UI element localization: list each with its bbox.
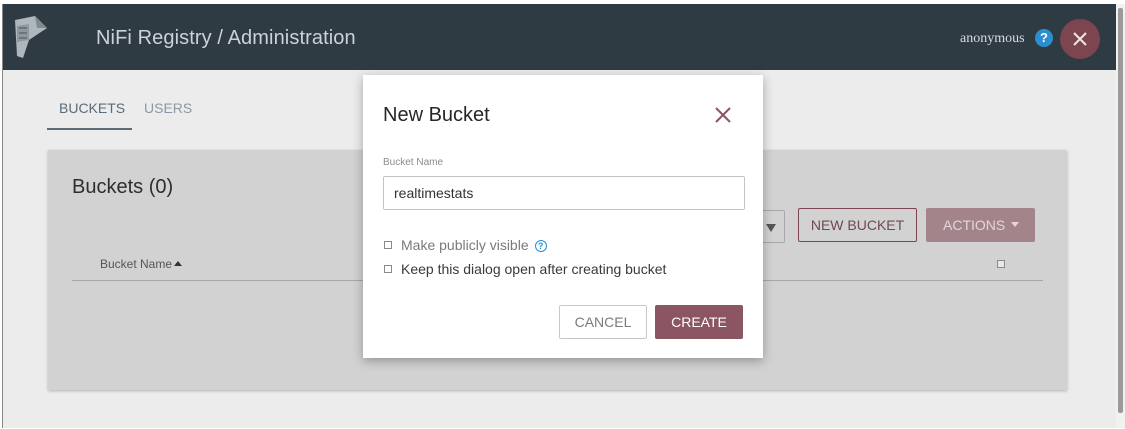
- bucket-name-input[interactable]: [383, 176, 745, 210]
- info-icon[interactable]: ?: [534, 240, 547, 252]
- public-visible-checkbox[interactable]: [384, 241, 392, 249]
- dialog-title: New Bucket: [383, 104, 490, 126]
- public-visible-option[interactable]: Make publicly visible?: [384, 237, 547, 253]
- keep-open-checkbox[interactable]: [384, 265, 392, 273]
- keep-open-option[interactable]: Keep this dialog open after creating buc…: [384, 261, 666, 277]
- public-visible-label: Make publicly visible: [401, 237, 529, 253]
- create-button[interactable]: CREATE: [655, 305, 743, 339]
- keep-open-label: Keep this dialog open after creating buc…: [401, 261, 667, 277]
- cancel-button[interactable]: CANCEL: [559, 305, 647, 339]
- close-icon[interactable]: [713, 105, 733, 125]
- bucket-name-label: Bucket Name: [383, 157, 444, 168]
- new-bucket-dialog: New Bucket Bucket Name Make publicly vis…: [363, 75, 763, 358]
